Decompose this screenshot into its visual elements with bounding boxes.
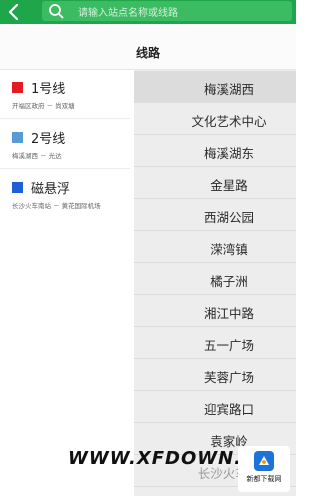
page-title: 线路 bbox=[135, 46, 160, 60]
station-name: 五一广场 bbox=[203, 338, 254, 353]
station-name: 梅溪湖东 bbox=[203, 146, 254, 161]
line-color-swatch bbox=[12, 82, 23, 93]
line-route: 长沙火车南站 － 黄花国际机场 bbox=[12, 202, 101, 210]
line-color-swatch bbox=[12, 182, 23, 193]
line-name: 1号线 bbox=[31, 82, 66, 97]
station-item[interactable]: 五一广场 bbox=[134, 327, 296, 359]
station-item[interactable]: 芙蓉广场 bbox=[134, 359, 296, 391]
line-name: 磁悬浮 bbox=[31, 182, 71, 197]
back-button[interactable] bbox=[4, 2, 24, 22]
station-name: 芙蓉广场 bbox=[203, 370, 254, 385]
station-name: 湘江中路 bbox=[203, 306, 254, 321]
station-name: 橘子洲 bbox=[210, 274, 248, 289]
line-item-maglev[interactable]: 磁悬浮 长沙火车南站 － 黄花国际机场 bbox=[0, 170, 130, 218]
line-name: 2号线 bbox=[31, 132, 66, 147]
station-item[interactable]: 橘子洲 bbox=[134, 263, 296, 295]
watermark-badge-label: 新都下载网 bbox=[246, 475, 282, 483]
search-icon bbox=[49, 4, 64, 19]
station-name: 梅溪湖西 bbox=[203, 82, 254, 97]
title-row: 线路 bbox=[0, 24, 296, 70]
line-color-swatch bbox=[12, 132, 23, 143]
station-item[interactable]: 文化艺术中心 bbox=[134, 103, 296, 135]
station-item[interactable]: 迎宾路口 bbox=[134, 391, 296, 423]
line-item-1[interactable]: 1号线 开福区政府 － 尚双塘 bbox=[0, 70, 130, 119]
top-bar: 请输入站点名称或线路 bbox=[0, 0, 296, 24]
station-name: 迎宾路口 bbox=[203, 402, 254, 417]
station-list: 梅溪湖西 文化艺术中心 梅溪湖东 金星路 西湖公园 溁湾镇 橘子洲 湘江中路 五… bbox=[134, 70, 296, 496]
station-item[interactable]: 溁湾镇 bbox=[134, 231, 296, 263]
line-item-2[interactable]: 2号线 梅溪湖西 － 光达 bbox=[0, 120, 130, 169]
station-name: 文化艺术中心 bbox=[191, 114, 267, 129]
line-list: 1号线 开福区政府 － 尚双塘 2号线 梅溪湖西 － 光达 磁悬浮 长沙火车南站… bbox=[0, 70, 134, 496]
station-item[interactable]: 西湖公园 bbox=[134, 199, 296, 231]
line-route: 梅溪湖西 － 光达 bbox=[12, 152, 62, 160]
site-logo-icon bbox=[254, 451, 274, 471]
search-placeholder: 请输入站点名称或线路 bbox=[78, 8, 178, 19]
station-item[interactable]: 梅溪湖东 bbox=[134, 135, 296, 167]
station-item[interactable]: 湘江中路 bbox=[134, 295, 296, 327]
station-item[interactable]: 金星路 bbox=[134, 167, 296, 199]
search-input[interactable]: 请输入站点名称或线路 bbox=[42, 1, 292, 21]
station-name: 溁湾镇 bbox=[210, 242, 248, 257]
chevron-left-icon bbox=[8, 3, 19, 21]
line-route: 开福区政府 － 尚双塘 bbox=[12, 102, 75, 110]
station-name: 金星路 bbox=[210, 178, 248, 193]
watermark-badge: 新都下载网 bbox=[238, 446, 290, 492]
station-name: 西湖公园 bbox=[203, 210, 254, 225]
station-item[interactable]: 梅溪湖西 bbox=[134, 71, 296, 103]
